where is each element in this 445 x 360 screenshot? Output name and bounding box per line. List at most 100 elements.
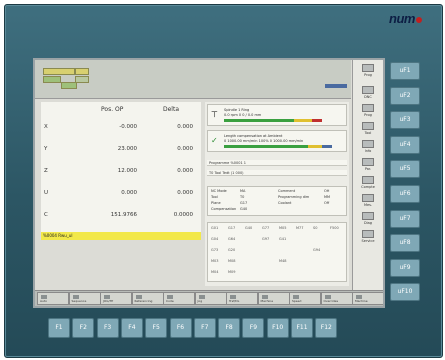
function-key[interactable]: F2 — [72, 318, 95, 338]
softkey-button[interactable]: JOG/TP — [100, 292, 132, 305]
status-panel: ⊤ Spindle 1 Ring 0.0 rpm 0 0 / 0.0 mm ✓ … — [205, 102, 349, 286]
info-value: OH — [324, 189, 330, 193]
info-label: Compensation — [211, 207, 237, 211]
axis-position: 0.000 — [121, 190, 137, 196]
info-box: NC Mode MA Tool T0 Plane G17 Compensatio… — [207, 186, 347, 216]
axis-position: 23.000 — [117, 146, 137, 152]
axis-row: Z 12.000 0.000 — [41, 162, 201, 184]
side-key[interactable]: uF4 — [390, 135, 420, 154]
softkey-label: Overrides — [323, 299, 339, 303]
softkey-button[interactable]: Code — [163, 292, 195, 305]
function-key[interactable]: F1 — [48, 318, 70, 338]
side-key[interactable]: uF8 — [390, 234, 420, 253]
feed-message: ✓ Length compensation at Ambient 0 1000.… — [207, 130, 347, 152]
axis-delta: 0.000 — [177, 190, 193, 196]
axis-label: Y — [44, 146, 48, 152]
side-key[interactable]: uF10 — [390, 283, 420, 302]
menu-item-service[interactable]: Service — [355, 230, 381, 243]
function-key[interactable]: F12 — [315, 318, 338, 338]
function-key[interactable]: F7 — [193, 318, 216, 338]
gcode-cell: G40 — [245, 226, 253, 230]
softkey-button[interactable]: Referencing — [131, 292, 164, 305]
gcode-cell: M08 — [228, 259, 236, 263]
function-key[interactable]: F10 — [266, 318, 289, 338]
program-name: Programme %0001 1 — [207, 160, 347, 166]
gauge-green — [224, 119, 294, 122]
side-key[interactable]: uF3 — [390, 111, 420, 130]
softkey-button[interactable]: Machine — [352, 292, 383, 305]
info-value: G40 — [240, 207, 248, 211]
gcode-cell: G01 — [211, 226, 219, 230]
menu-icon — [362, 140, 374, 148]
menu-item-par[interactable]: Par. — [355, 158, 381, 171]
function-key[interactable]: F5 — [145, 318, 168, 338]
menu-icon — [362, 122, 374, 130]
menu-icon — [362, 212, 374, 220]
info-label: Programming dim — [278, 195, 310, 199]
softkey-button[interactable]: Machine — [257, 292, 290, 305]
cnc-panel: num Prog DNC Prog Tool Info Par. Compte … — [0, 0, 445, 360]
function-key[interactable]: F3 — [96, 318, 119, 338]
menu-item-info[interactable]: Info — [355, 140, 381, 153]
softkey-button[interactable]: Sequence — [68, 292, 101, 305]
side-key[interactable]: uF5 — [390, 160, 420, 179]
function-key[interactable]: F4 — [120, 318, 143, 338]
menu-item-prog[interactable]: Prog — [355, 64, 381, 77]
menu-item-diag[interactable]: Diag — [355, 212, 381, 225]
axis-label: Z — [44, 168, 48, 174]
axis-row: C 151.9766 0.0000 — [41, 206, 201, 228]
info-value: Off — [324, 201, 330, 205]
menu-item-prog2[interactable]: Prog — [355, 104, 381, 117]
gcode-grid: G01 G17 G40 G77 M05 M77 S0 F500 G04 G64 G97 G41 G73 G… — [207, 222, 347, 282]
check-icon: ✓ — [211, 136, 218, 145]
info-label: Coolant — [278, 201, 292, 205]
softkey-label: Sequence — [71, 299, 87, 303]
menu-icon — [362, 230, 374, 238]
gauge-blue — [322, 145, 332, 148]
softkey-button[interactable]: Speed — [289, 292, 321, 305]
vertical-menu: Prog DNC Prog Tool Info Par. Compte Mes.… — [352, 60, 383, 290]
softkey-button[interactable]: Trsf/DL — [226, 292, 258, 305]
gcode-cell: M09 — [228, 270, 236, 274]
tool-name: T0 Tool Tedt (1 000) — [207, 170, 347, 176]
gcode-cell: G64 — [228, 237, 236, 241]
gcode-cell: G17 — [228, 226, 236, 230]
function-key[interactable]: F11 — [291, 318, 313, 338]
menu-item-mes[interactable]: Mes. — [355, 194, 381, 207]
softkey-button[interactable]: Auto — [37, 292, 69, 305]
gcode-cell: G73 — [211, 248, 219, 252]
function-key[interactable]: F8 — [218, 318, 241, 338]
menu-item-dnc[interactable]: DNC — [355, 86, 381, 99]
axis-position: 151.9766 — [110, 212, 137, 218]
softkey-button[interactable]: Overrides — [320, 292, 353, 305]
side-key[interactable]: uF6 — [390, 185, 420, 203]
status-indicator — [43, 76, 61, 83]
softkey-label: Trsf/DL — [229, 299, 240, 303]
gcode-cell: M77 — [296, 226, 304, 230]
gauge-green — [224, 145, 308, 148]
axis-label: X — [44, 124, 48, 130]
screen: Prog DNC Prog Tool Info Par. Compte Mes.… — [33, 58, 385, 308]
axis-row: U 0.000 0.000 — [41, 184, 201, 206]
message-text: Spindle 1 Ring — [224, 108, 250, 112]
progress-indicator — [325, 84, 347, 88]
gcode-cell: M04 — [211, 270, 219, 274]
axis-label: C — [44, 212, 48, 218]
function-key[interactable]: F6 — [169, 318, 192, 338]
mode-indicator — [75, 68, 89, 75]
softkey-label: Referencing — [134, 299, 153, 303]
menu-item-tool[interactable]: Tool — [355, 122, 381, 135]
softkey-bar: Auto Sequence JOG/TP Referencing Code Jog Trsf… — [35, 290, 383, 306]
axis-delta: 0.000 — [177, 146, 193, 152]
function-key[interactable]: F9 — [242, 318, 265, 338]
softkey-button[interactable]: Jog — [194, 292, 227, 305]
side-key[interactable]: uF1 — [390, 62, 420, 80]
tool-icon: ⊤ — [211, 110, 218, 119]
menu-item-compte[interactable]: Compte — [355, 176, 381, 189]
brand-logo: num — [389, 11, 422, 26]
side-key[interactable]: uF9 — [390, 258, 420, 277]
side-key[interactable]: uF2 — [390, 86, 420, 105]
info-label: NC Mode — [211, 189, 227, 193]
side-key[interactable]: uF7 — [390, 209, 420, 228]
message-text: 0.0 rpm 0 0 / 0.0 mm — [224, 113, 262, 117]
